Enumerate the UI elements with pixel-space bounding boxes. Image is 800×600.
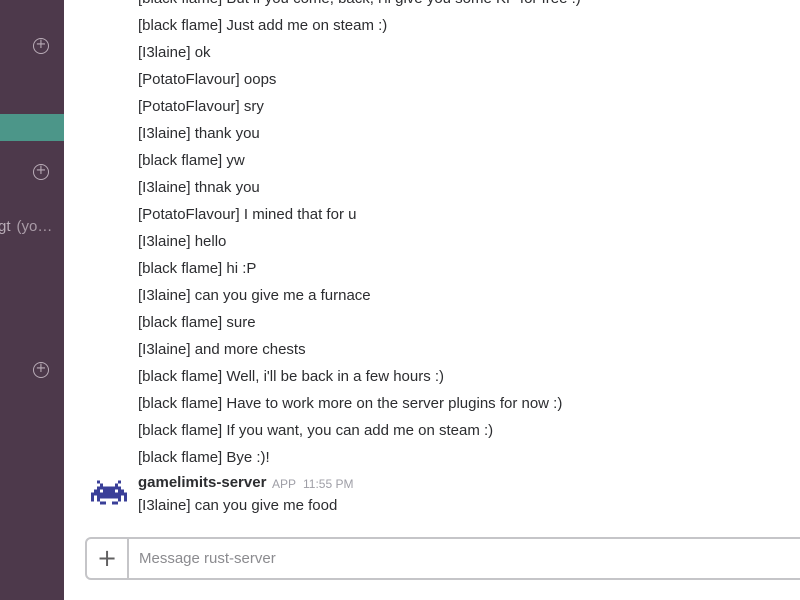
message-line: [black flame] hi :P: [138, 260, 257, 277]
message-input[interactable]: [139, 547, 799, 569]
message-timestamp[interactable]: 11:55 PM: [303, 477, 353, 491]
message-line: [black flame] yw: [138, 152, 245, 169]
message-line: [PotatoFlavour] I mined that for u: [138, 206, 357, 223]
message-line: [I3laine] can you give me a furnace: [138, 287, 371, 304]
message-line: [PotatoFlavour] sry: [138, 98, 264, 115]
message-line: [I3laine] thnak you: [138, 179, 260, 196]
app-badge: APP: [272, 477, 297, 491]
message-group: gamelimits-server APP 11:55 PM [I3laine]…: [64, 472, 800, 522]
add-channel-icon[interactable]: +: [33, 38, 49, 54]
sidebar-item-active-channel[interactable]: [0, 114, 64, 141]
message-line: [black flame] If you want, you can add m…: [138, 422, 494, 439]
slack-window: + + gt (yo… + [black flame] But if you co…: [0, 0, 800, 600]
message-line: [I3laine] and more chests: [138, 341, 306, 358]
sidebar-dm-name: gt: [0, 218, 11, 235]
add-app-icon[interactable]: +: [33, 362, 49, 378]
sidebar-item-dm-self[interactable]: gt (yo…: [0, 218, 64, 236]
sidebar-dm-you-label: (yo…: [16, 218, 53, 235]
message-line: [PotatoFlavour] oops: [138, 71, 277, 88]
message-list[interactable]: [black flame] But if you come, back, i'l…: [64, 0, 800, 530]
attach-plus-button[interactable]: +: [87, 539, 129, 578]
message-line: [black flame] Have to work more on the s…: [138, 395, 563, 412]
message-line: [black flame] Bye :)!: [138, 449, 270, 466]
space-invader-icon[interactable]: [91, 476, 127, 512]
message-text: [I3laine] can you give me food: [138, 497, 338, 514]
message-line: [black flame] Just add me on steam :): [138, 17, 388, 34]
message-line: [black flame] But if you come, back, i'l…: [138, 0, 581, 9]
message-line: [I3laine] thank you: [138, 125, 260, 142]
sidebar: + + gt (yo… +: [0, 0, 64, 600]
message-line: [black flame] Well, i'll be back in a fe…: [138, 368, 445, 385]
message-composer: +: [85, 537, 800, 580]
message-line: [I3laine] hello: [138, 233, 227, 250]
message-sender[interactable]: gamelimits-server: [138, 474, 266, 491]
add-direct-message-icon[interactable]: +: [33, 164, 49, 180]
message-line: [black flame] sure: [138, 314, 256, 331]
message-line: [I3laine] ok: [138, 44, 211, 61]
